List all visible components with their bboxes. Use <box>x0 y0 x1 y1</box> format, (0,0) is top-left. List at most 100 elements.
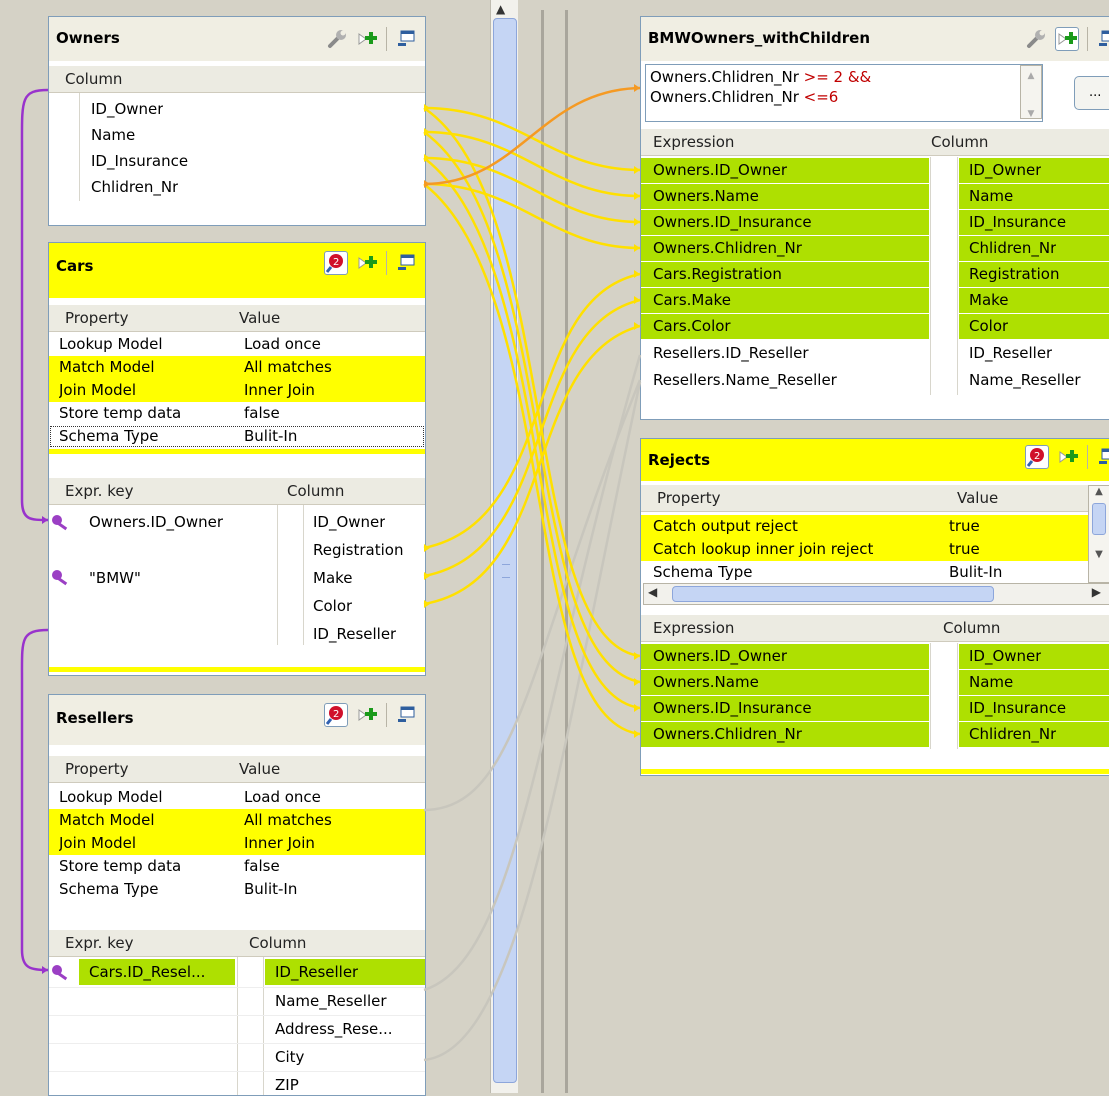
key-icon <box>51 964 73 986</box>
input-pane-scrollbar[interactable]: ▲ <box>490 0 518 1093</box>
wrench-icon[interactable] <box>1025 28 1047 50</box>
resellers-key-row[interactable]: ZIP <box>49 1071 425 1095</box>
output-row[interactable]: Owners.ID_Owner ID_Owner <box>641 158 1109 184</box>
property-row[interactable]: Lookup Model Load once <box>49 786 425 809</box>
cars-key-row[interactable]: Registration <box>49 537 425 565</box>
output-row[interactable]: Cars.Make Make <box>641 288 1109 314</box>
resellers-key-row[interactable]: Address_Rese... <box>49 1015 425 1044</box>
svg-text:2: 2 <box>333 709 339 720</box>
property-value[interactable]: true <box>949 517 980 540</box>
output-row[interactable]: Owners.ID_Insurance ID_Insurance <box>641 210 1109 236</box>
wrench-icon[interactable] <box>326 28 348 50</box>
property-value[interactable]: Bulit-In <box>244 427 297 450</box>
property-row[interactable]: Match Model All matches <box>49 809 425 832</box>
output-column[interactable]: Name_Reseller <box>969 371 1081 397</box>
output-row[interactable]: Resellers.ID_Reseller ID_Reseller <box>641 341 1109 367</box>
owners-row[interactable]: ID_Owner <box>49 97 425 123</box>
property-header: Property <box>65 760 129 778</box>
output-row[interactable]: Resellers.Name_Reseller Name_Reseller <box>641 368 1109 394</box>
property-row[interactable]: Lookup Model Load once <box>49 333 425 356</box>
filter-edit-button[interactable]: ... <box>1074 76 1109 110</box>
filter-expression-input[interactable]: Owners.Chlidren_Nr >= 2 && Owners.Chlidr… <box>645 64 1043 122</box>
output-expression[interactable]: Owners.Chlidren_Nr <box>653 725 802 751</box>
cars-key-row[interactable]: Color <box>49 593 425 621</box>
owners-table: Owners Column ID_Owner Name ID_Insurance… <box>48 16 426 226</box>
property-value[interactable]: false <box>244 857 280 880</box>
property-row[interactable]: Schema Type Bulit-In <box>49 878 425 901</box>
owners-row[interactable]: Name <box>49 123 425 149</box>
property-name: Store temp data <box>59 404 182 422</box>
cars-key-row[interactable]: ID_Reseller <box>49 621 425 649</box>
minimize-icon[interactable] <box>395 704 417 726</box>
add-column-icon[interactable] <box>356 704 378 726</box>
property-row[interactable]: Store temp data false <box>49 402 425 425</box>
owners-row[interactable]: ID_Insurance <box>49 149 425 175</box>
property-value[interactable]: Load once <box>244 788 321 811</box>
resellers-table: Resellers 2 Property Value Lookup Model … <box>48 694 426 1096</box>
rejects-property-scrollbar[interactable]: ▲ ▼ <box>1088 485 1109 583</box>
output-column[interactable]: ID_Reseller <box>969 344 1052 370</box>
search-error-icon[interactable]: 2 <box>324 251 348 275</box>
output-expression[interactable]: Resellers.Name_Reseller <box>653 371 837 397</box>
search-error-icon[interactable]: 2 <box>324 703 348 727</box>
add-column-icon[interactable] <box>356 28 378 50</box>
property-row[interactable]: Schema Type Bulit-In <box>641 561 1090 581</box>
search-error-icon[interactable]: 2 <box>1025 445 1049 469</box>
rejects-table: Rejects 2 Property Value Catch output re… <box>640 438 1109 776</box>
minimize-icon[interactable] <box>1096 28 1109 50</box>
rejects-output-row[interactable]: Owners.ID_Owner ID_Owner <box>641 644 1109 670</box>
minimize-icon[interactable] <box>395 252 417 274</box>
property-row[interactable]: Match Model All matches <box>49 356 425 379</box>
resellers-key-row[interactable]: Cars.ID_Resel... ID_Reseller <box>49 959 425 987</box>
resellers-key-row[interactable]: Name_Reseller <box>49 987 425 1016</box>
property-row[interactable]: Join Model Inner Join <box>49 379 425 402</box>
property-value[interactable]: Load once <box>244 335 321 358</box>
output-row[interactable]: Owners.Name Name <box>641 184 1109 210</box>
expression-header: Expression <box>653 619 735 637</box>
output-row[interactable]: Cars.Color Color <box>641 314 1109 340</box>
property-value[interactable]: true <box>949 540 980 563</box>
property-value[interactable]: Inner Join <box>244 834 315 857</box>
pane-divider[interactable] <box>541 10 544 1093</box>
add-column-icon[interactable] <box>356 252 378 274</box>
rejects-output-row[interactable]: Owners.Name Name <box>641 670 1109 696</box>
property-value[interactable]: All matches <box>244 358 332 381</box>
key-icon <box>51 514 73 536</box>
output-row[interactable]: Owners.Chlidren_Nr Chlidren_Nr <box>641 236 1109 262</box>
output-expression[interactable]: Cars.Color <box>653 317 731 343</box>
property-row[interactable]: Catch lookup inner join reject true <box>641 538 1090 561</box>
output-column[interactable]: Chlidren_Nr <box>969 725 1056 751</box>
property-value[interactable]: All matches <box>244 811 332 834</box>
cars-key-row[interactable]: Owners.ID_Owner ID_Owner <box>49 509 425 537</box>
resellers-header: Resellers 2 <box>49 695 425 745</box>
property-value[interactable]: Bulit-In <box>949 563 1002 581</box>
column-header: Column <box>287 482 345 500</box>
resellers-key-row[interactable]: City <box>49 1043 425 1072</box>
property-value[interactable]: false <box>244 404 280 427</box>
output-expression[interactable]: Resellers.ID_Reseller <box>653 344 809 370</box>
property-row[interactable]: Store temp data false <box>49 855 425 878</box>
property-row[interactable]: Join Model Inner Join <box>49 832 425 855</box>
rejects-output-row[interactable]: Owners.ID_Insurance ID_Insurance <box>641 696 1109 722</box>
owners-row[interactable]: Chlidren_Nr <box>49 175 425 201</box>
property-row[interactable]: Catch output reject true <box>641 515 1090 538</box>
filter-scrollbar[interactable]: ▲ ▼ <box>1020 65 1042 119</box>
minimize-icon[interactable] <box>395 28 417 50</box>
add-column-icon[interactable] <box>1057 446 1079 468</box>
add-column-icon[interactable] <box>1055 27 1079 51</box>
scrollbar-thumb[interactable] <box>493 18 517 1083</box>
rejects-horizontal-scrollbar[interactable]: ◀ ▶ <box>643 583 1109 605</box>
cars-key-row[interactable]: "BMW" Make <box>49 565 425 593</box>
minimize-icon[interactable] <box>1096 446 1109 468</box>
property-value[interactable]: Inner Join <box>244 381 315 404</box>
property-value[interactable]: Bulit-In <box>244 880 297 903</box>
property-row[interactable]: Schema Type Bulit-In <box>49 425 425 448</box>
scroll-up-icon[interactable]: ▲ <box>496 2 505 16</box>
output-row[interactable]: Cars.Registration Registration <box>641 262 1109 288</box>
owners-column-header-row: Column <box>49 66 425 93</box>
cars-property-header: Property Value <box>49 305 425 332</box>
pane-divider[interactable] <box>565 10 568 1093</box>
filter-operator: >= 2 && <box>803 68 872 86</box>
output-column[interactable]: Color <box>969 317 1008 343</box>
rejects-output-row[interactable]: Owners.Chlidren_Nr Chlidren_Nr <box>641 722 1109 748</box>
